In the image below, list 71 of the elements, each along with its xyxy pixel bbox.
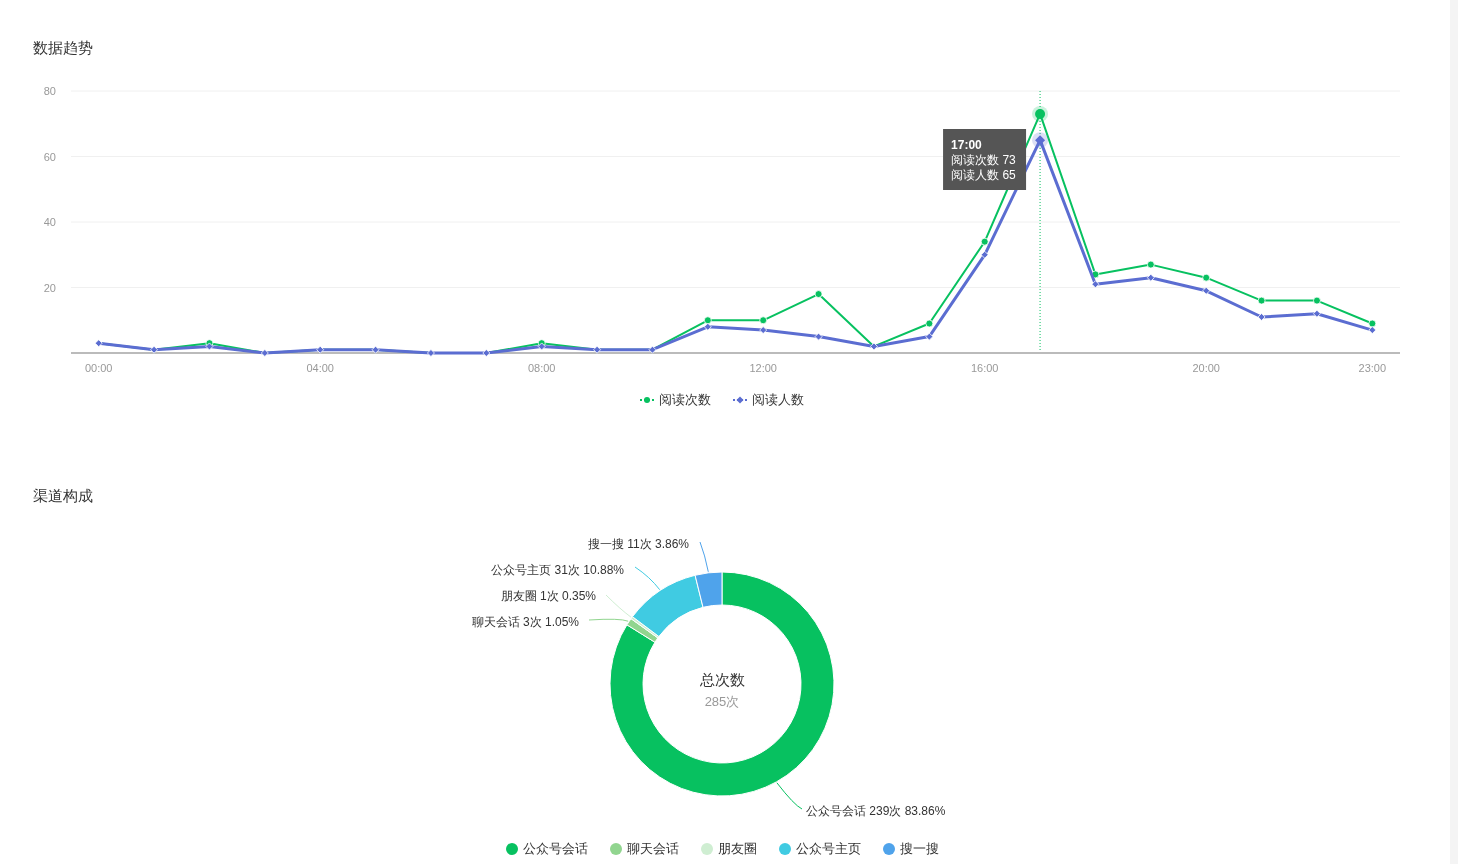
legend-marker-icon <box>733 396 747 404</box>
y-axis-label: 60 <box>43 150 56 163</box>
section-title: 数据趋势 <box>33 38 93 58</box>
legend-label[interactable]: 公众号主页 <box>795 840 861 858</box>
x-axis-label: 04:00 <box>306 362 334 374</box>
legend-label[interactable]: 聊天会话 <box>626 840 679 858</box>
data-point <box>1257 296 1266 305</box>
slice-label: 聊天会话 3次 1.05% <box>471 615 579 629</box>
x-axis-label: 23:00 <box>1358 362 1387 374</box>
data-point <box>1313 309 1321 318</box>
data-point <box>925 332 934 341</box>
section-title: 渠道构成 <box>33 486 93 506</box>
leader-line <box>699 541 709 573</box>
legend-label[interactable]: 公众号会话 <box>522 840 588 858</box>
data-point <box>1257 313 1266 321</box>
highlighted-data-point[interactable] <box>1032 132 1049 149</box>
legend-label[interactable]: 阅读次数 <box>659 391 711 409</box>
data-point <box>1091 280 1100 289</box>
data-point <box>94 339 103 348</box>
data-point <box>1091 270 1100 279</box>
legend-marker-icon <box>640 396 654 404</box>
data-point <box>703 316 712 325</box>
data-point <box>371 345 380 354</box>
x-axis-label: 00:00 <box>84 362 113 374</box>
data-point <box>1202 273 1211 282</box>
data-point <box>1368 319 1377 328</box>
y-axis-label: 20 <box>43 281 56 294</box>
data-point <box>814 290 823 298</box>
data-point <box>205 342 214 351</box>
donut-slice[interactable] <box>694 571 723 608</box>
y-axis-label: 80 <box>43 85 56 97</box>
tooltip-text: 阅读次数 73 <box>951 153 1016 167</box>
donut-slice[interactable] <box>632 574 704 637</box>
legend-label[interactable]: 朋友圈 <box>717 840 757 858</box>
data-point <box>260 349 269 357</box>
slice-label: 搜一搜 11次 3.86% <box>587 537 689 551</box>
data-point <box>703 322 712 331</box>
data-point <box>1146 273 1155 282</box>
data-point <box>870 342 878 351</box>
legend-label[interactable]: 搜一搜 <box>899 840 939 858</box>
donut-center-value: 285次 <box>704 694 740 709</box>
data-point <box>814 332 823 341</box>
y-axis-label: 40 <box>43 216 56 228</box>
legend-label[interactable]: 阅读人数 <box>752 391 804 409</box>
x-axis-label: 16:00 <box>970 362 999 374</box>
slice-label: 公众号会话 239次 83.86% <box>806 804 946 818</box>
leader-line <box>776 782 803 810</box>
data-point <box>593 345 601 354</box>
x-axis-label: 12:00 <box>749 362 777 374</box>
data-point <box>648 345 657 354</box>
donut-center-title: 总次数 <box>699 671 745 688</box>
slice-label: 朋友圈 1次 0.35% <box>500 589 596 603</box>
data-point <box>1313 296 1321 305</box>
leader-line <box>634 566 661 591</box>
data-point <box>150 345 158 354</box>
highlighted-data-point[interactable] <box>1032 105 1049 122</box>
tooltip-title: 17:00 <box>951 138 982 152</box>
x-axis-label: 08:00 <box>527 362 556 374</box>
data-point <box>482 349 491 357</box>
data-point <box>1146 260 1155 269</box>
slice-label: 公众号主页 31次 10.88% <box>491 563 624 577</box>
data-point <box>759 316 768 325</box>
data-point <box>980 237 989 246</box>
x-axis-label: 20:00 <box>1192 362 1220 374</box>
tooltip-text: 阅读人数 65 <box>951 168 1016 182</box>
data-point <box>537 342 546 351</box>
data-point <box>316 345 325 354</box>
data-point <box>427 349 435 357</box>
data-point <box>1202 286 1211 295</box>
data-point <box>980 250 989 259</box>
data-point <box>925 319 934 328</box>
